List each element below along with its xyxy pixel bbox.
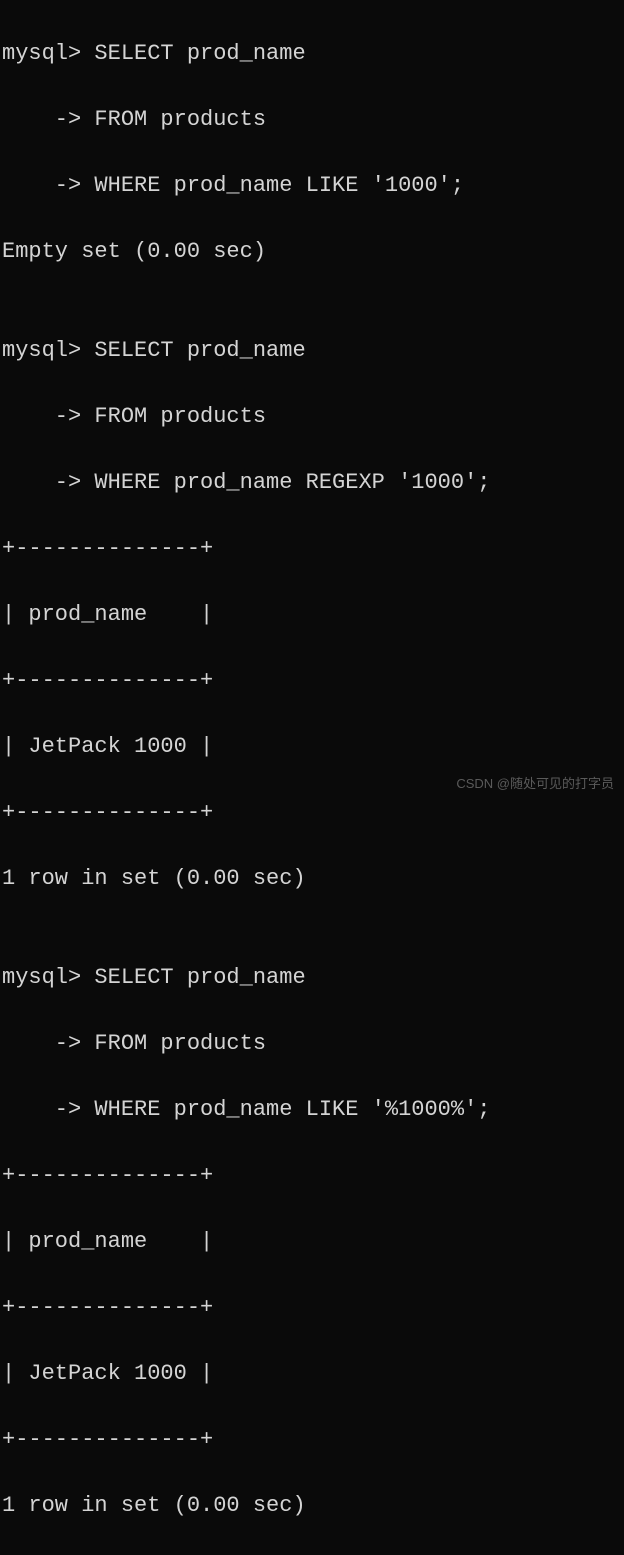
terminal-line: -> WHERE prod_name REGEXP '1000'; — [2, 466, 622, 499]
watermark-text: CSDN @随处可见的打字员 — [456, 774, 614, 794]
terminal-line: 1 row in set (0.00 sec) — [2, 1489, 622, 1522]
terminal-line: Empty set (0.00 sec) — [2, 235, 622, 268]
terminal-line: -> WHERE prod_name LIKE '1000'; — [2, 169, 622, 202]
terminal-line: +--------------+ — [2, 664, 622, 697]
terminal-line: mysql> SELECT prod_name — [2, 334, 622, 367]
terminal-line: +--------------+ — [2, 1291, 622, 1324]
terminal-line: +--------------+ — [2, 796, 622, 829]
terminal-line: +--------------+ — [2, 1423, 622, 1456]
terminal-line: -> WHERE prod_name LIKE '%1000%'; — [2, 1093, 622, 1126]
terminal-line: +--------------+ — [2, 1159, 622, 1192]
terminal-line: | prod_name | — [2, 1225, 622, 1258]
terminal-line: -> FROM products — [2, 103, 622, 136]
terminal-line: -> FROM products — [2, 1027, 622, 1060]
terminal-line: 1 row in set (0.00 sec) — [2, 862, 622, 895]
terminal-line: mysql> SELECT prod_name — [2, 37, 622, 70]
terminal-line: | JetPack 1000 | — [2, 1357, 622, 1390]
terminal-line: | JetPack 1000 | — [2, 730, 622, 763]
terminal-line: -> FROM products — [2, 400, 622, 433]
terminal-line: mysql> SELECT prod_name — [2, 961, 622, 994]
terminal-line: | prod_name | — [2, 598, 622, 631]
terminal-line: +--------------+ — [2, 532, 622, 565]
